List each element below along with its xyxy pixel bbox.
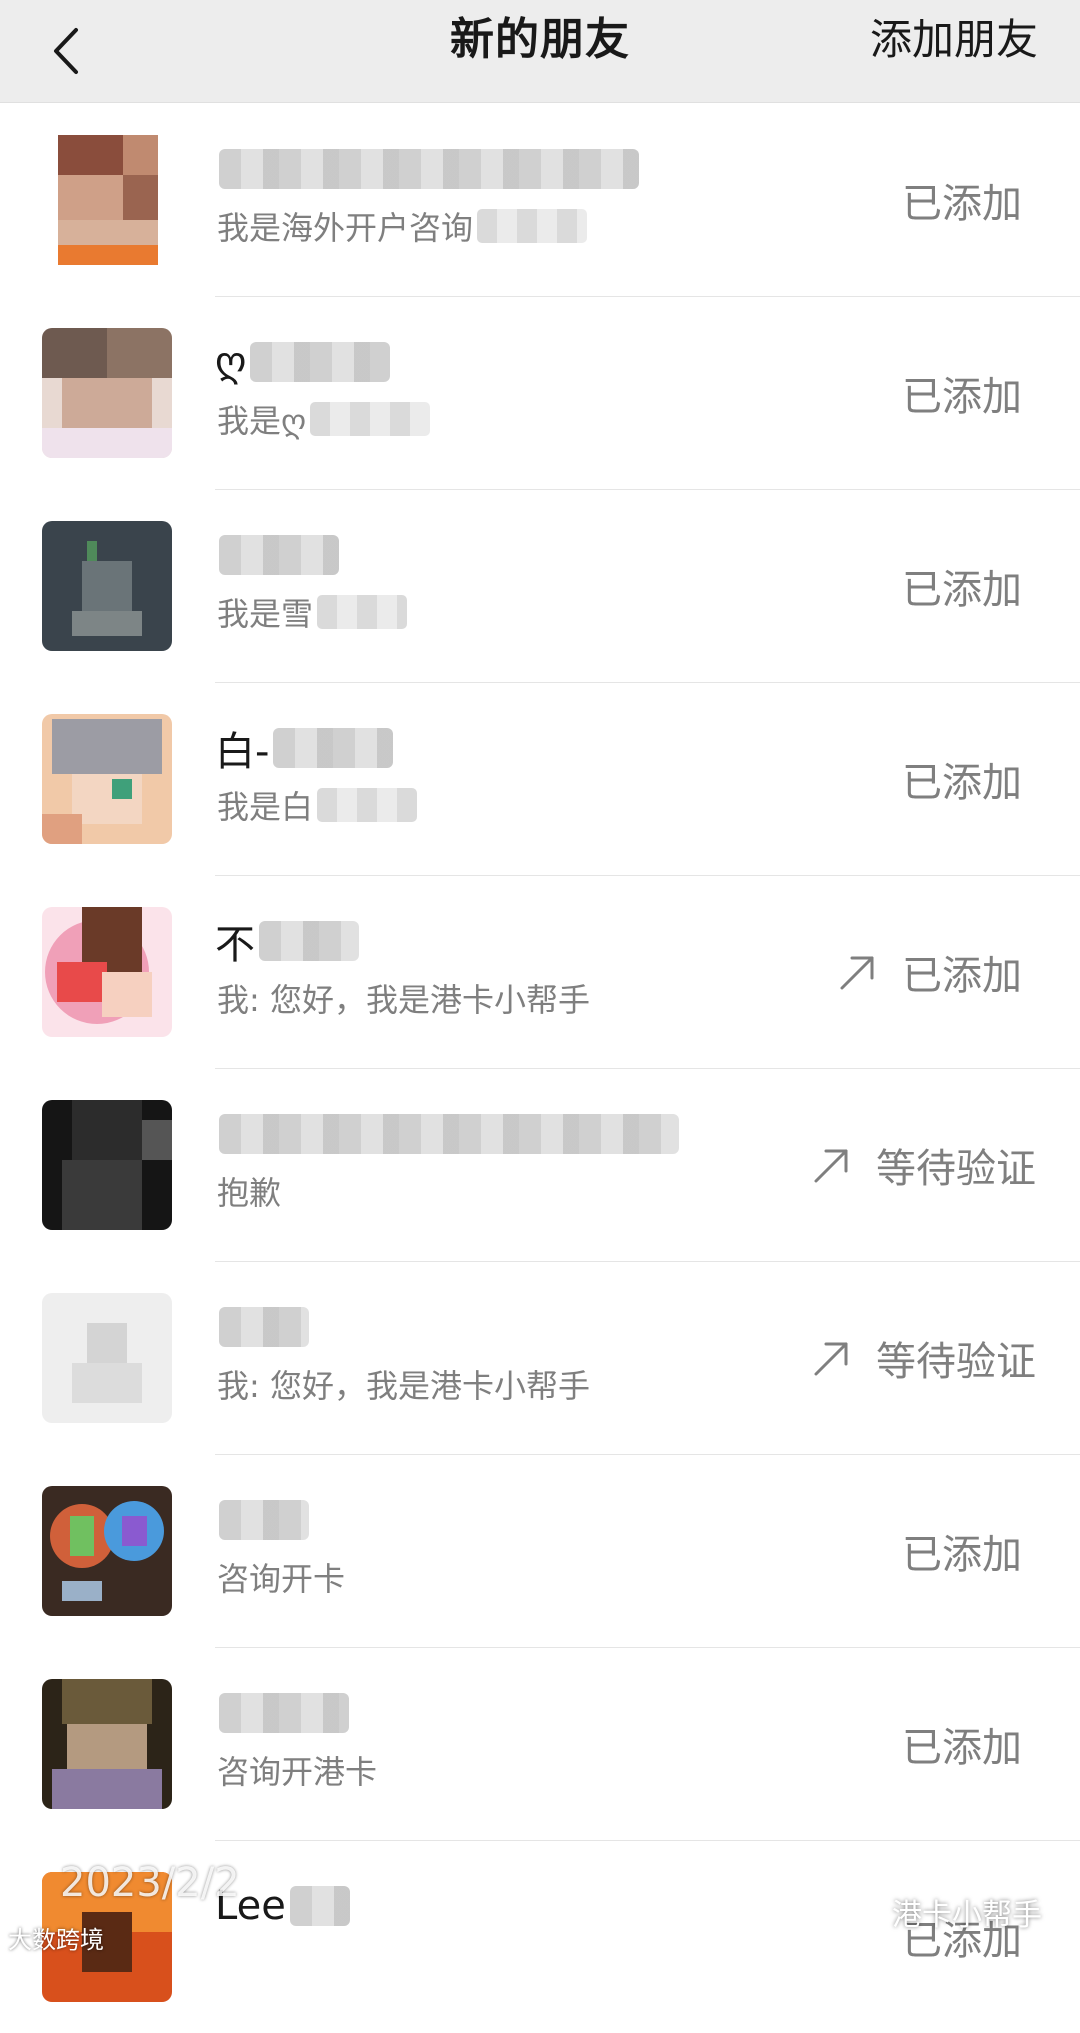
top-bar: 新的朋友 添加朋友	[0, 0, 1080, 103]
friend-message: 我: 您好，我是港卡小帮手	[217, 1367, 590, 1405]
friend-message: 抱歉	[217, 1174, 282, 1212]
add-friend-button[interactable]: 添加朋友	[870, 0, 1038, 80]
friend-status: 已添加	[902, 759, 1022, 806]
friend-status: 已添加	[902, 1917, 1022, 1964]
avatar	[42, 1100, 172, 1230]
friend-status: 已添加	[902, 373, 1022, 420]
avatar	[42, 714, 172, 844]
friend-request-row[interactable]: 不 我: 您好，我是港卡小帮手 已添加	[0, 875, 1080, 1069]
friend-request-row[interactable]: 我是雪 已添加	[0, 489, 1080, 683]
avatar	[58, 135, 158, 265]
friend-message: 我是ღ	[217, 396, 431, 442]
friend-request-row[interactable]: ღ 我是ღ 已添加	[0, 296, 1080, 490]
friend-name	[215, 1494, 309, 1546]
friend-message: 我是雪	[217, 589, 408, 635]
date-watermark: 2023/2/2	[60, 1860, 240, 1906]
friend-message: 我是白	[217, 782, 418, 828]
friend-request-row[interactable]: 抱歉 等待验证	[0, 1068, 1080, 1262]
friend-name	[215, 1108, 679, 1160]
friend-message: 我: 您好，我是港卡小帮手	[217, 981, 590, 1019]
friend-name	[215, 143, 639, 195]
new-friends-list: 我是海外开户咨询 已添加 ღ 我是ღ 已添加 我是雪 已添加 白- 我是白 已添…	[0, 103, 1080, 2033]
friend-name	[215, 529, 339, 581]
friend-status: 已添加	[836, 875, 1022, 1068]
avatar	[42, 907, 172, 1037]
friend-message: 我是海外开户咨询	[217, 203, 588, 249]
friend-message: 咨询开卡	[217, 1560, 346, 1598]
friend-status: 等待验证	[810, 1261, 1036, 1454]
arrow-up-right-icon	[814, 1149, 848, 1182]
avatar	[42, 328, 172, 458]
friend-status: 等待验证	[810, 1068, 1036, 1261]
arrow-up-right-icon	[840, 956, 874, 989]
corner-watermark: 大数跨境	[8, 1926, 104, 1954]
friend-name	[215, 1687, 349, 1739]
friend-name: 白-	[215, 722, 394, 775]
friend-request-row[interactable]: 我是海外开户咨询 已添加	[0, 103, 1080, 297]
friend-name: ღ	[215, 336, 391, 388]
friend-name	[215, 1301, 309, 1353]
friend-request-row[interactable]: 咨询开港卡 已添加	[0, 1647, 1080, 1841]
friend-name: 不	[215, 915, 359, 968]
friend-status: 已添加	[902, 1531, 1022, 1578]
brand-watermark: 港卡小帮手	[848, 1890, 1042, 1934]
friend-status: 已添加	[902, 180, 1022, 227]
avatar	[42, 1293, 172, 1423]
friend-request-row[interactable]: 我: 您好，我是港卡小帮手 等待验证	[0, 1261, 1080, 1455]
avatar	[42, 521, 172, 651]
friend-status: 已添加	[902, 566, 1022, 613]
friend-request-row[interactable]: 咨询开卡 已添加	[0, 1454, 1080, 1648]
friend-status: 已添加	[902, 1724, 1022, 1771]
friend-request-row[interactable]: 白- 我是白 已添加	[0, 682, 1080, 876]
wechat-icon	[848, 1897, 884, 1926]
avatar	[42, 1679, 172, 1809]
arrow-up-right-icon	[814, 1342, 848, 1375]
friend-message: 咨询开港卡	[217, 1753, 378, 1791]
avatar	[42, 1486, 172, 1616]
